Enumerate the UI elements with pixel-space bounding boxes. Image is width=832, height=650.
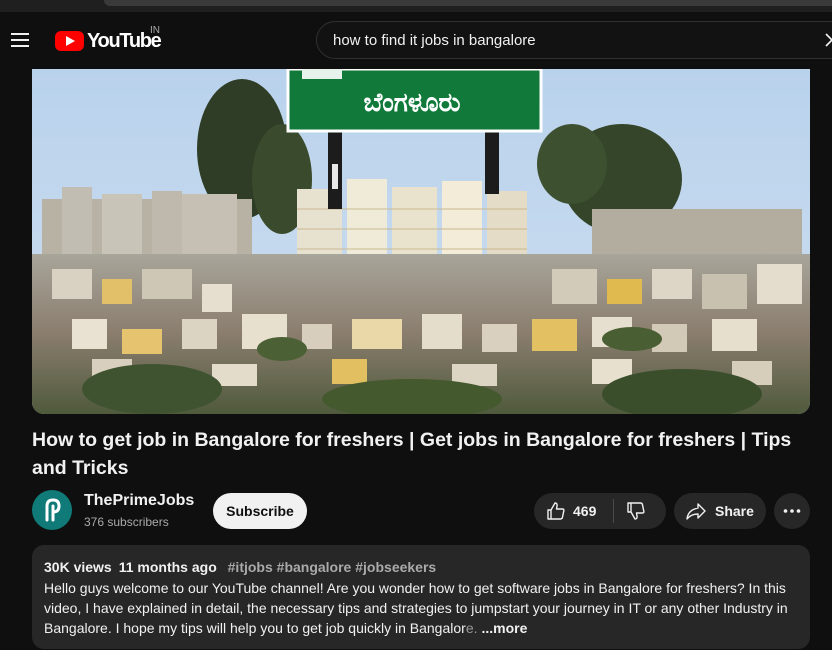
browser-tab-edge [104, 0, 832, 6]
thumbnail-sign-text: ಬೆಂಗಳೂರು [363, 88, 460, 118]
masthead: YouTube IN [0, 12, 832, 69]
video-title: How to get job in Bangalore for freshers… [32, 429, 792, 479]
country-code: IN [150, 25, 160, 36]
hashtag-link[interactable]: #jobseekers [355, 559, 436, 575]
browser-top-strip [0, 0, 832, 12]
hashtag-link[interactable]: #bangalore [277, 559, 352, 575]
description-fade: e. [465, 620, 478, 636]
hashtag-link[interactable]: #itjobs [228, 559, 273, 575]
channel-name[interactable]: ThePrimeJobs [84, 492, 194, 510]
channel-logo-icon [45, 498, 61, 522]
video-player[interactable]: ಬೆಂಗಳೂರು [32, 69, 810, 414]
share-arrow-icon [686, 501, 706, 521]
clear-search-icon[interactable] [821, 29, 832, 51]
search-input[interactable] [333, 22, 813, 58]
more-horizontal-icon [782, 501, 802, 521]
like-count: 469 [573, 503, 597, 519]
share-label: Share [715, 503, 754, 519]
thumbs-down-icon [626, 501, 646, 521]
subscribe-button[interactable]: Subscribe [213, 493, 307, 529]
share-button[interactable]: Share [674, 493, 766, 529]
view-count: 30K views [44, 559, 112, 575]
more-actions-button[interactable] [774, 493, 810, 529]
youtube-logo[interactable]: YouTube IN [55, 25, 162, 54]
thumbs-up-icon [546, 501, 566, 521]
channel-avatar[interactable] [32, 490, 72, 530]
like-dislike-group: 469 [534, 493, 666, 529]
upload-age: 11 months ago [118, 559, 217, 575]
like-button[interactable]: 469 [534, 493, 613, 529]
dislike-button[interactable] [614, 493, 666, 529]
description-text: Hello guys welcome to our YouTube channe… [44, 578, 794, 638]
show-more-link[interactable]: ...more [482, 620, 528, 636]
description-meta: 30K views 11 months ago #itjobs #bangalor… [44, 559, 436, 575]
youtube-play-icon [55, 31, 84, 51]
video-thumbnail: ಬೆಂಗಳೂರು [32, 69, 810, 414]
hamburger-menu-icon[interactable] [8, 28, 32, 52]
subscriber-count: 376 subscribers [84, 515, 169, 529]
description-body: Hello guys welcome to our YouTube channe… [44, 580, 788, 636]
search-box [316, 21, 832, 59]
description-box[interactable]: 30K views 11 months ago #itjobs #bangalor… [32, 545, 810, 649]
